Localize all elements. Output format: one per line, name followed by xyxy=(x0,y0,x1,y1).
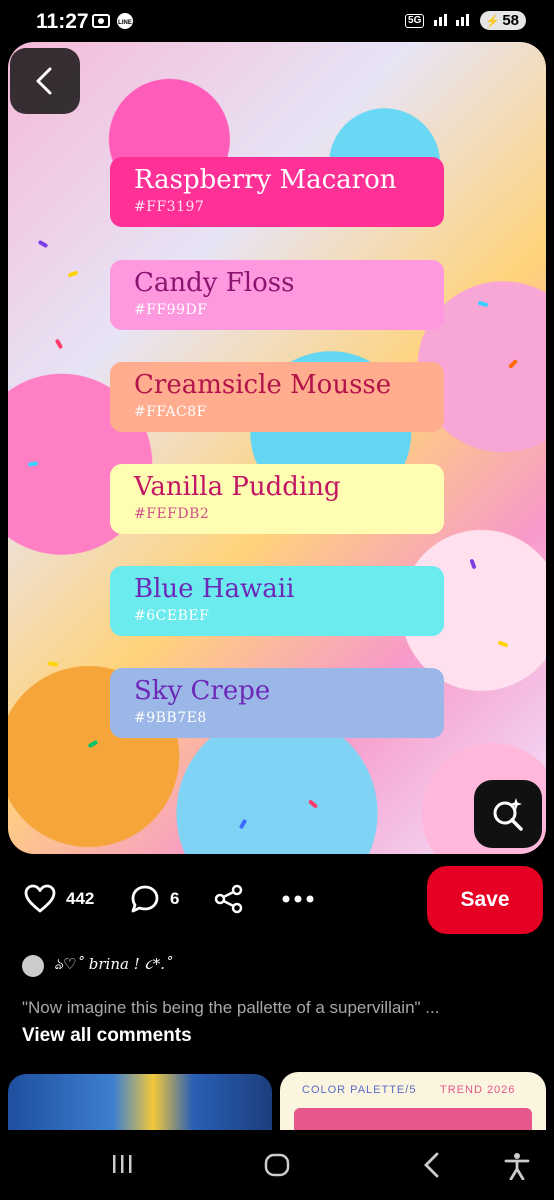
heart-icon xyxy=(24,884,56,913)
charging-icon: ⚡ xyxy=(485,13,501,28)
share-icon xyxy=(214,884,243,914)
swatch-name: Vanilla Pudding xyxy=(134,472,341,502)
back-arrow-icon xyxy=(424,1152,439,1178)
swatch-hex: #6CEBEF xyxy=(134,608,210,624)
back-nav-button[interactable] xyxy=(422,1152,442,1183)
battery-indicator: ⚡ 58 xyxy=(480,11,526,30)
related-pin-label: COLOR PALETTE/5 xyxy=(302,1084,417,1096)
recents-icon xyxy=(113,1155,132,1173)
swatch-name: Sky Crepe xyxy=(134,676,271,706)
swatch-3: Creamsicle Mousse #FFAC8F xyxy=(110,362,444,432)
swatch-hex: #FEFDB2 xyxy=(134,506,210,522)
battery-level: 58 xyxy=(502,12,519,29)
author-name[interactable]: ঌ♡˚ brina ! ૮*.˚ xyxy=(54,953,173,978)
comment-bubble-icon xyxy=(131,885,159,913)
swatch-hex: #FF99DF xyxy=(134,302,208,318)
view-all-comments-link[interactable]: View all comments xyxy=(22,1025,192,1047)
pin-author[interactable]: ঌ♡˚ brina ! ૮*.˚ xyxy=(22,953,173,978)
lens-search-icon xyxy=(493,798,523,831)
line-app-icon: LINE xyxy=(116,12,134,35)
swatch-1: Raspberry Macaron #FF3197 xyxy=(110,157,444,227)
swatch-hex: #FFAC8F xyxy=(134,404,207,420)
visual-search-button[interactable] xyxy=(474,780,542,848)
recents-button[interactable] xyxy=(110,1152,134,1181)
ellipsis-icon xyxy=(282,895,314,903)
share-button[interactable] xyxy=(214,884,244,914)
swatch-name: Creamsicle Mousse xyxy=(134,370,392,400)
more-options-button[interactable] xyxy=(280,884,316,914)
status-time: 11:27 xyxy=(36,10,89,33)
swatch-name: Blue Hawaii xyxy=(134,574,295,604)
chevron-left-icon xyxy=(36,67,52,95)
pin-image[interactable]: Raspberry Macaron #FF3197 Candy Floss #F… xyxy=(8,42,546,854)
screenshot-icon xyxy=(92,12,110,35)
action-bar: 442 6 Save xyxy=(0,866,554,938)
system-nav-bar xyxy=(0,1130,554,1200)
swatch-5: Blue Hawaii #6CEBEF xyxy=(110,566,444,636)
signal-icon xyxy=(432,10,472,31)
network-5g-badge: 5G xyxy=(405,13,425,28)
back-button[interactable] xyxy=(10,48,80,114)
related-pin-trend: TREND 2026 xyxy=(440,1084,516,1096)
swatch-2: Candy Floss #FF99DF xyxy=(110,260,444,330)
swatch-4: Vanilla Pudding #FEFDB2 xyxy=(110,464,444,534)
comment-count: 6 xyxy=(170,889,180,908)
accessibility-icon xyxy=(504,1153,530,1181)
swatch-name: Raspberry Macaron xyxy=(134,165,397,195)
status-bar: 11:27 LINE 5G ⚡ 58 xyxy=(0,0,554,44)
avatar[interactable] xyxy=(22,954,44,977)
accessibility-button[interactable] xyxy=(504,1152,530,1185)
like-button[interactable]: 442 xyxy=(24,884,94,914)
comment-button[interactable]: 6 xyxy=(130,884,179,914)
save-button[interactable]: Save xyxy=(427,866,543,934)
swatch-hex: #FF3197 xyxy=(134,199,205,215)
swatch-6: Sky Crepe #9BB7E8 xyxy=(110,668,444,738)
home-icon xyxy=(264,1153,290,1177)
swatch-hex: #9BB7E8 xyxy=(134,710,207,726)
home-button[interactable] xyxy=(264,1152,290,1183)
svg-text:LINE: LINE xyxy=(118,20,132,26)
swatch-name: Candy Floss xyxy=(134,268,295,298)
top-comment[interactable]: "Now imagine this being the pallette of … xyxy=(22,998,439,1018)
like-count: 442 xyxy=(66,889,95,908)
